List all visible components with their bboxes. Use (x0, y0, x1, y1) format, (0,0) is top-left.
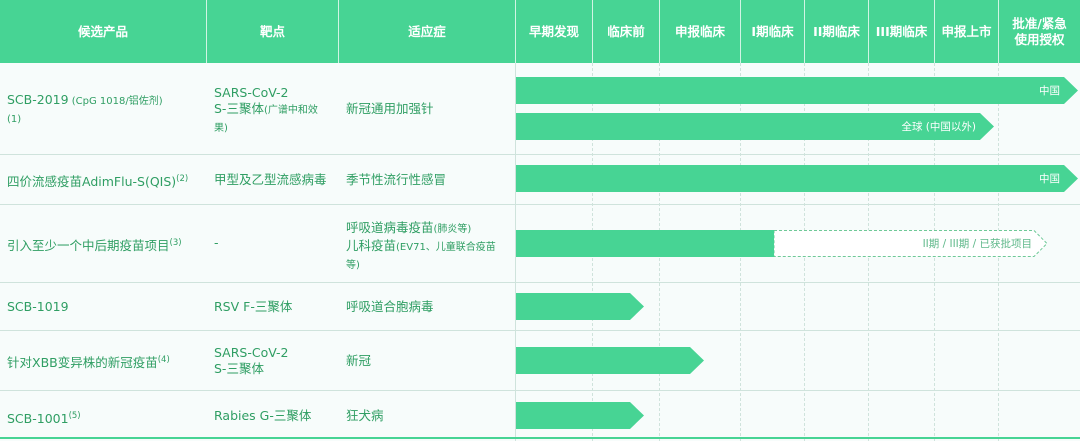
bar-label: 中国 (1039, 85, 1060, 97)
progress-bar: II期 / III期 / 已获批项目 (516, 230, 1048, 257)
indication-cell: 新冠通用加强针 (346, 101, 434, 116)
target-cell: - (214, 235, 219, 250)
header-stage-approval: 批准/紧急 使用授权 (1012, 15, 1067, 47)
candidate-name: 四价流感疫苗AdimFlu-S(QIS)(2) (7, 174, 189, 190)
candidate-name: SCB-2019 (CpG 1018/铝佐剂) (1) (7, 92, 163, 125)
candidate-name: SCB-1019 (7, 299, 69, 314)
progress-bar (516, 402, 644, 429)
bar-label: 中国 (1039, 173, 1060, 185)
target-cell: SARS-CoV-2 S-三聚体(广谱中和效 果) (214, 85, 318, 134)
candidate-name: SCB-1001(5) (7, 411, 81, 427)
header-stage-phase1: I期临床 (751, 23, 794, 39)
pipeline-table: 候选产品 靶点 适应症 早期发现 临床前 申报临床 I期临床 II期临床 III… (0, 0, 1080, 441)
candidate-name: 针对XBB变异株的新冠疫苗(4) (7, 355, 170, 371)
header-indication: 适应症 (408, 23, 446, 39)
header-candidate: 候选产品 (77, 23, 128, 39)
target-cell: RSV F-三聚体 (214, 299, 293, 314)
progress-bar: 全球 (中国以外) (516, 113, 994, 140)
target-cell: SARS-CoV-2 S-三聚体 (214, 345, 289, 376)
indication-cell: 季节性流行性感冒 (346, 172, 447, 187)
target-cell: Rabies G-三聚体 (214, 408, 312, 423)
bar-label: 全球 (中国以外) (901, 121, 976, 133)
header-stage-phase3: III期临床 (875, 23, 928, 39)
header-stage-discovery: 早期发现 (528, 23, 579, 39)
progress-bar: 中国 (516, 77, 1078, 104)
indication-cell: 狂犬病 (346, 408, 384, 423)
candidate-name: 引入至少一个中后期疫苗项目(3) (7, 238, 182, 254)
bar-label: II期 / III期 / 已获批项目 (922, 238, 1032, 250)
indication-cell: 呼吸道病毒疫苗(肺炎等) 儿科疫苗(EV71、儿童联合疫苗 等) (346, 220, 496, 271)
progress-bar (516, 347, 704, 374)
table-header: 候选产品 靶点 适应症 早期发现 临床前 申报临床 I期临床 II期临床 III… (0, 0, 1080, 63)
indication-cell: 新冠 (346, 353, 372, 368)
header-stage-ind: 申报临床 (674, 23, 725, 39)
header-stage-nda: 申报上市 (941, 23, 992, 39)
progress-bar (516, 293, 644, 320)
indication-cell: 呼吸道合胞病毒 (346, 299, 434, 314)
header-stage-phase2: II期临床 (813, 23, 860, 39)
header-target: 靶点 (259, 23, 285, 39)
target-cell: 甲型及乙型流感病毒 (214, 172, 327, 187)
header-stage-preclinical: 临床前 (607, 23, 645, 39)
progress-bar: 中国 (516, 165, 1078, 192)
